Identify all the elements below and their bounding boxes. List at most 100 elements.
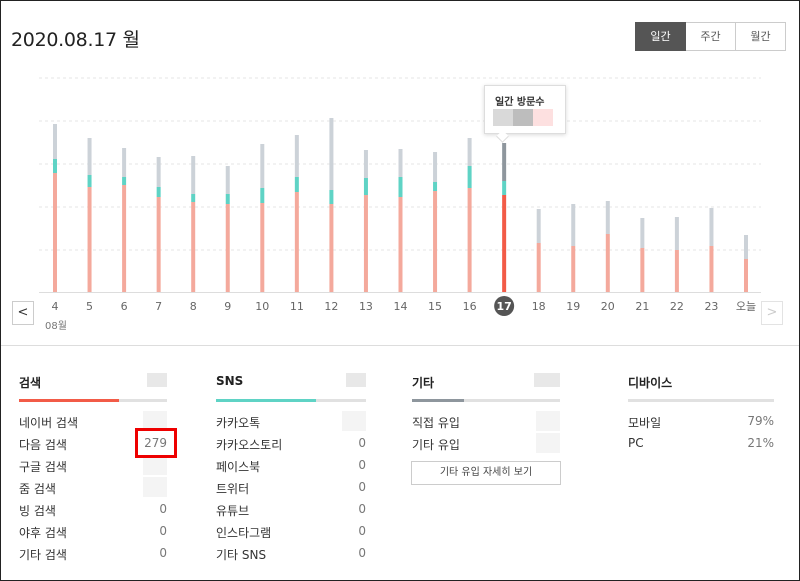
x-tick-label: 18: [532, 300, 546, 313]
bar-other-segment: [398, 149, 403, 177]
bar-other-segment: [571, 204, 576, 246]
bar-search-segment: [433, 191, 438, 292]
list-item-label: 빙 검색: [19, 504, 56, 518]
x-tick-label: 15: [428, 300, 442, 313]
list-item-value: 0: [159, 546, 167, 560]
list-item: 기타 검색 0: [19, 546, 167, 568]
list-item-value: 0: [358, 458, 366, 472]
highlight-annotation: [135, 428, 177, 458]
x-tick-label: 오늘: [736, 300, 756, 313]
list-item-value: 0: [159, 502, 167, 516]
x-tick-label: 16: [463, 300, 477, 313]
search-title: 검색: [19, 376, 42, 390]
bar-other-segment: [674, 217, 679, 250]
bar-search-segment: [53, 173, 57, 292]
list-item: 인스타그램 0: [216, 524, 366, 546]
bar-search-segment: [640, 248, 645, 292]
other-title: 기타: [412, 376, 435, 390]
list-item-value: 0: [159, 524, 167, 538]
list-item: 카카오스토리 0: [216, 436, 366, 458]
bar-other-segment: [87, 138, 92, 175]
search-header: 검색: [19, 373, 167, 402]
month-label: 08월: [45, 321, 67, 332]
bar-search-segment: [398, 197, 403, 292]
visits-bar-chart: 4 5 6 7 8 9 10 11 12 13 14 15 16 17 18 19 20 21 22 23 오늘: [39, 77, 761, 316]
tab-daily[interactable]: 일간: [635, 22, 686, 51]
blurred-value: [536, 411, 560, 431]
bar-search-segment: [225, 204, 230, 292]
other-accent-bar: [412, 399, 464, 402]
blurred-total: [147, 373, 167, 387]
search-section: 검색 네이버 검색 다음 검색 279 구글 검색 줌 검색 빙 검색 0 야후 검색 0 기타 …: [19, 373, 167, 568]
blurred-total: [346, 373, 366, 387]
prev-arrow-button[interactable]: <: [12, 301, 34, 325]
tooltip-title: 일간 방문수: [495, 97, 545, 108]
sns-header: SNS: [216, 373, 366, 402]
x-tick-label: 5: [86, 300, 93, 313]
bar-other-segment: [156, 157, 161, 187]
bar-sns-segment: [191, 194, 196, 202]
list-item: 페이스북 0: [216, 458, 366, 480]
bar-search-segment: [467, 188, 472, 292]
other-list: 직접 유입 기타 유입: [412, 411, 560, 458]
x-tick-label: 22: [670, 300, 684, 313]
bar-sns-segment: [433, 182, 438, 191]
period-tabs: 일간 주간 월간: [635, 22, 786, 51]
list-item: 빙 검색 0: [19, 502, 167, 524]
bar-search-segment: [571, 246, 576, 292]
list-item-value: 0: [358, 480, 366, 494]
list-item-label: 기타 검색: [19, 548, 67, 562]
bar-search-segment: [329, 204, 334, 292]
x-tick-label: 19: [566, 300, 580, 313]
x-tick-label: 8: [190, 300, 197, 313]
list-item-label: 인스타그램: [216, 526, 272, 540]
tab-weekly[interactable]: 주간: [685, 22, 736, 51]
list-item-label: 유튜브: [216, 504, 250, 518]
list-item: 유튜브 0: [216, 502, 366, 524]
bar-search-segment: [502, 195, 507, 292]
list-item-label: 기타 SNS: [216, 548, 267, 562]
bar-other-segment: [294, 135, 299, 177]
blurred-value: [143, 477, 167, 497]
list-item-value: 0: [358, 502, 366, 516]
bar-sns-segment: [87, 175, 92, 187]
bar-other-segment: [260, 144, 265, 188]
other-section: 기타 직접 유입 기타 유입: [412, 373, 560, 458]
tooltip-blurred-value: [533, 109, 553, 126]
list-item-label: 직접 유입: [412, 416, 460, 430]
tooltip-blurred-value: [513, 109, 533, 126]
bar-other-segment: [53, 124, 57, 159]
x-tick-label: 4: [52, 300, 59, 313]
x-tick-label: 12: [324, 300, 338, 313]
chart-tooltip: 일간 방문수: [484, 85, 566, 143]
bar-other-segment: [744, 235, 748, 259]
bar-search-segment: [709, 246, 714, 292]
list-item-value: 21%: [747, 436, 774, 450]
bar-search-segment: [87, 187, 92, 292]
x-tick-label: 17: [496, 300, 511, 313]
next-arrow-button[interactable]: >: [761, 301, 783, 325]
bar-other-segment: [502, 143, 507, 181]
bar-search-segment: [744, 259, 748, 292]
bar-other-segment: [191, 156, 196, 194]
bar-other-segment: [640, 218, 645, 248]
bar-search-segment: [674, 250, 679, 292]
bar-sns-segment: [156, 187, 161, 197]
list-item-label: 카카오톡: [216, 416, 261, 430]
list-item-label: 트위터: [216, 482, 250, 496]
bar-sns-segment: [502, 181, 507, 195]
bar-other-segment: [605, 201, 610, 234]
bar-search-segment: [605, 234, 610, 292]
tab-monthly[interactable]: 월간: [735, 22, 786, 51]
x-tick-label: 14: [394, 300, 408, 313]
bar-search-segment: [260, 203, 265, 292]
section-divider: [1, 345, 799, 346]
x-tick-label: 23: [704, 300, 718, 313]
bar-other-segment: [363, 150, 368, 178]
list-item-label: 다음 검색: [19, 438, 67, 452]
list-item-label: 페이스북: [216, 460, 261, 474]
other-detail-button[interactable]: 기타 유입 자세히 보기: [411, 461, 561, 485]
blurred-value: [143, 455, 167, 475]
list-item: 줌 검색: [19, 477, 167, 502]
list-item: 트위터 0: [216, 480, 366, 502]
